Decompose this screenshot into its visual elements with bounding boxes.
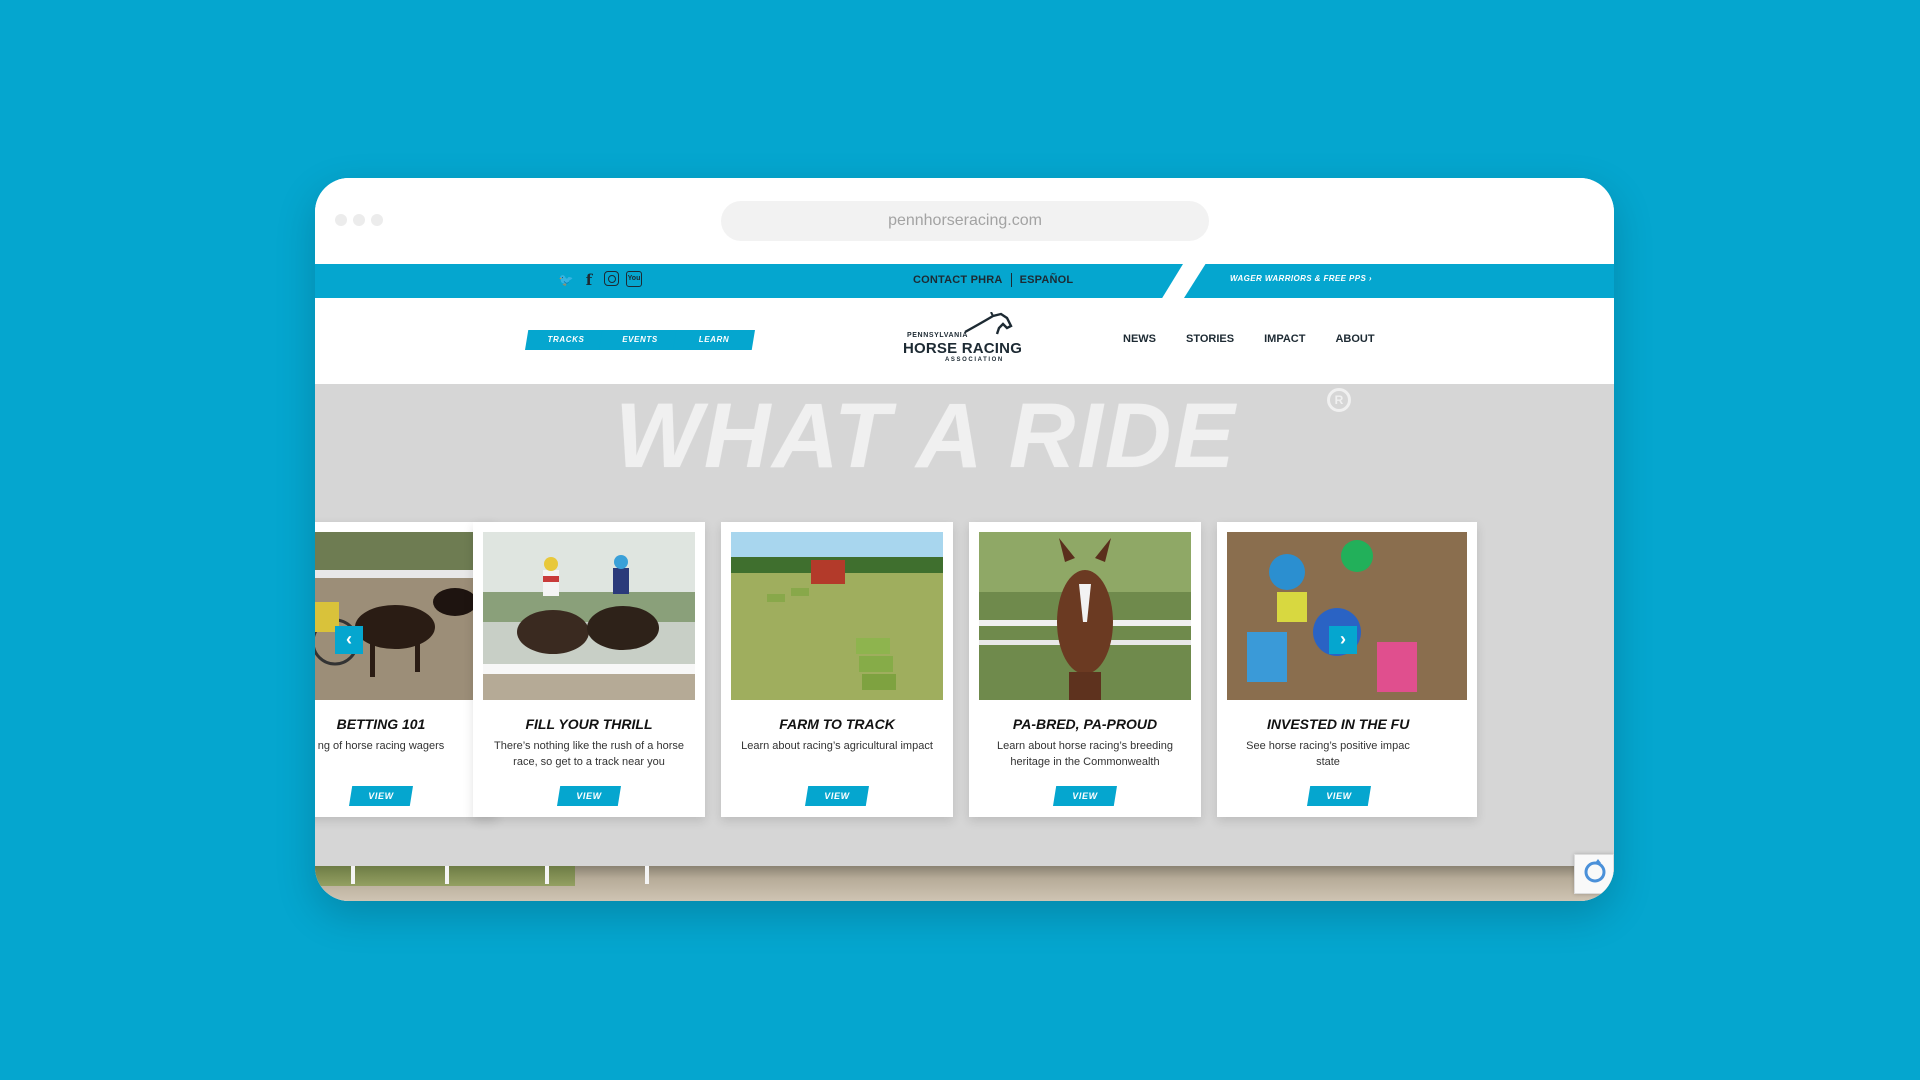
address-bar[interactable]: pennhorseracing.com	[721, 201, 1209, 241]
view-button[interactable]: VIEW	[349, 786, 413, 806]
window-dot[interactable]	[335, 214, 347, 226]
learn-button[interactable]: LEARN	[673, 330, 755, 350]
browser-chrome: pennhorseracing.com	[315, 178, 1614, 264]
facebook-icon[interactable]: f	[581, 271, 597, 289]
recaptcha-icon	[1584, 859, 1606, 883]
carousel-prev-button[interactable]: ‹	[335, 626, 363, 654]
menu-item-news[interactable]: NEWS	[1123, 333, 1156, 345]
espanol-link[interactable]: ESPAÑOL	[1012, 274, 1082, 287]
card-image-hay-field	[731, 532, 943, 700]
site-logo[interactable]: PENNSYLVANIA HORSE RACING ASSOCIATION	[903, 312, 1028, 368]
card-description: See horse racing’s positive impac state	[1246, 740, 1410, 768]
social-links: 🐦 f You	[558, 271, 642, 289]
menu-item-impact[interactable]: IMPACT	[1264, 333, 1305, 345]
card-description: There’s nothing like the rush of a horse…	[494, 740, 684, 768]
card-title: INVESTED IN THE FU	[1267, 716, 1410, 732]
card-image-jockeys	[1227, 532, 1467, 700]
wager-warriors-link[interactable]: WAGER WARRIORS & FREE PPS ›	[1230, 274, 1372, 283]
view-button[interactable]: VIEW	[1307, 786, 1371, 806]
track-rail	[351, 866, 355, 884]
hero-track-image	[315, 866, 1614, 901]
card-description: Learn about racing’s agricultural impact	[741, 740, 933, 752]
track-rail	[445, 866, 449, 884]
recaptcha-badge[interactable]	[1574, 854, 1614, 894]
menu-item-about[interactable]: ABOUT	[1335, 333, 1374, 345]
card-title: FARM TO TRACK	[779, 716, 895, 732]
main-navbar: TRACKS EVENTS LEARN PENNSYLVANIA HORSE R…	[315, 298, 1614, 384]
track-rail	[645, 866, 649, 884]
utility-menu: CONTACT PHRA ESPAÑOL	[905, 273, 1082, 287]
website: 🐦 f You CONTACT PHRA ESPAÑOL WAGER WARRI…	[315, 264, 1614, 901]
card-image-foal	[979, 532, 1191, 700]
top-bar: 🐦 f You CONTACT PHRA ESPAÑOL WAGER WARRI…	[315, 264, 1614, 298]
track-rail	[545, 866, 549, 884]
window-dot[interactable]	[353, 214, 365, 226]
hero-title: WHAT A RIDE	[615, 385, 1237, 487]
card-description: Learn about horse racing’s breeding heri…	[997, 740, 1173, 768]
browser-window: pennhorseracing.com 🐦 f You CONTACT PHRA…	[315, 178, 1614, 901]
view-button[interactable]: VIEW	[805, 786, 869, 806]
card-image-harness-racing	[315, 532, 487, 700]
registered-mark: R	[1327, 388, 1351, 412]
primary-menu: NEWS STORIES IMPACT ABOUT	[1123, 333, 1405, 345]
contact-link[interactable]: CONTACT PHRA	[905, 274, 1011, 287]
menu-item-stories[interactable]: STORIES	[1186, 333, 1234, 345]
card-title: BETTING 101	[336, 716, 426, 732]
tracks-button[interactable]: TRACKS	[525, 330, 607, 350]
story-card[interactable]: FILL YOUR THRILL There’s nothing like th…	[473, 522, 705, 817]
instagram-icon[interactable]	[604, 271, 619, 286]
card-description: ng of horse racing wagers	[317, 740, 445, 752]
logo-association-text: ASSOCIATION	[945, 357, 1004, 363]
logo-state-text: PENNSYLVANIA	[907, 332, 969, 339]
youtube-icon[interactable]: You	[626, 271, 642, 287]
story-card[interactable]: BETTING 101 ng of horse racing wagers VI…	[315, 522, 497, 817]
story-card[interactable]: INVESTED IN THE FU See horse racing’s po…	[1217, 522, 1477, 817]
horse-head-logo-icon	[964, 312, 1013, 335]
story-card[interactable]: PA-BRED, PA-PROUD Learn about horse raci…	[969, 522, 1201, 817]
view-button[interactable]: VIEW	[1053, 786, 1117, 806]
twitter-icon[interactable]: 🐦	[558, 271, 574, 289]
window-dot[interactable]	[371, 214, 383, 226]
story-card[interactable]: FARM TO TRACK Learn about racing’s agric…	[721, 522, 953, 817]
events-button[interactable]: EVENTS	[599, 330, 681, 350]
card-title: FILL YOUR THRILL	[525, 716, 653, 732]
carousel-next-button[interactable]: ›	[1329, 626, 1357, 654]
logo-main-text: HORSE RACING	[903, 340, 1023, 357]
card-title: PA-BRED, PA-PROUD	[1012, 716, 1158, 732]
view-button[interactable]: VIEW	[557, 786, 621, 806]
card-image-thoroughbred-race	[483, 532, 695, 700]
